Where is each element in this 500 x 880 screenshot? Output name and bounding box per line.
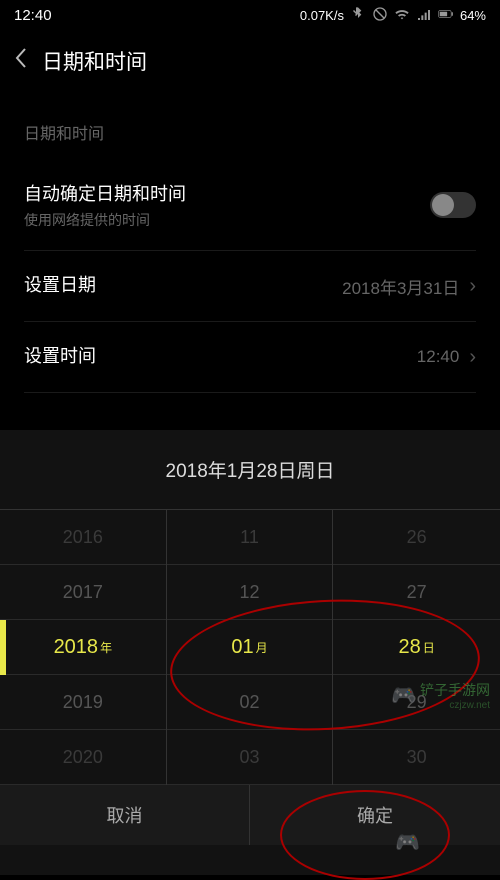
set-time-row[interactable]: 设置时间 12:40 › [24,322,476,393]
date-picker-overlay: 2018年1月28日周日 2016 2017 2018年 2019 2020 1… [0,430,500,875]
back-button[interactable] [14,47,28,75]
selection-indicator [0,620,6,675]
bluetooth-icon [350,6,366,25]
set-date-title: 设置日期 [24,271,342,297]
auto-date-title: 自动确定日期和时间 [24,180,430,206]
chevron-right-icon: › [469,275,476,298]
picker-item[interactable]: 2017 [0,565,166,620]
set-date-row[interactable]: 设置日期 2018年3月31日 › [24,251,476,322]
picker-title: 2018年1月28日周日 [0,430,500,509]
picker-item[interactable]: 2019 [0,675,166,730]
auto-date-subtitle: 使用网络提供的时间 [24,210,430,230]
bottom-watermark: 🎮 [395,830,420,855]
section-label: 日期和时间 [24,96,476,160]
picker-item[interactable]: 03 [167,730,333,785]
network-speed: 0.07K/s [300,8,344,23]
watermark-icon: 🎮 [391,683,416,708]
picker-item[interactable]: 12 [167,565,333,620]
battery-percent: 64% [460,8,486,23]
signal-icon [416,6,432,25]
cancel-button[interactable]: 取消 [0,785,250,845]
picker-item[interactable]: 26 [333,510,500,565]
battery-icon [438,6,454,25]
auto-date-toggle[interactable] [430,192,476,218]
wifi-icon [394,6,410,25]
picker-item[interactable]: 27 [333,565,500,620]
picker-item-selected[interactable]: 01月 [167,620,333,675]
picker-item[interactable]: 2020 [0,730,166,785]
page-title: 日期和时间 [42,46,147,76]
watermark-icon: 🎮 [395,830,420,855]
set-date-value: 2018年3月31日 [342,274,459,299]
day-column[interactable]: 26 27 28日 29 30 [333,510,500,785]
picker-item-selected[interactable]: 2018年 [0,620,166,675]
picker-item[interactable]: 11 [167,510,333,565]
confirm-button[interactable]: 确定 [250,785,500,845]
toggle-knob [432,194,454,216]
auto-date-row[interactable]: 自动确定日期和时间 使用网络提供的时间 [24,160,476,251]
status-indicators: 0.07K/s 64% [300,6,486,25]
picker-item[interactable]: 2016 [0,510,166,565]
set-time-value: 12:40 [417,347,460,367]
watermark: 🎮 铲子手游网 czjzw.net [391,680,490,711]
picker-item-selected[interactable]: 28日 [333,620,500,675]
chevron-right-icon: › [469,346,476,369]
picker-item[interactable]: 02 [167,675,333,730]
year-column[interactable]: 2016 2017 2018年 2019 2020 [0,510,167,785]
set-time-title: 设置时间 [24,342,417,368]
dnd-icon [372,6,388,25]
status-time: 12:40 [14,7,52,24]
picker-item[interactable]: 30 [333,730,500,785]
picker-grid: 2016 2017 2018年 2019 2020 11 12 01月 02 0… [0,509,500,785]
month-column[interactable]: 11 12 01月 02 03 [167,510,334,785]
